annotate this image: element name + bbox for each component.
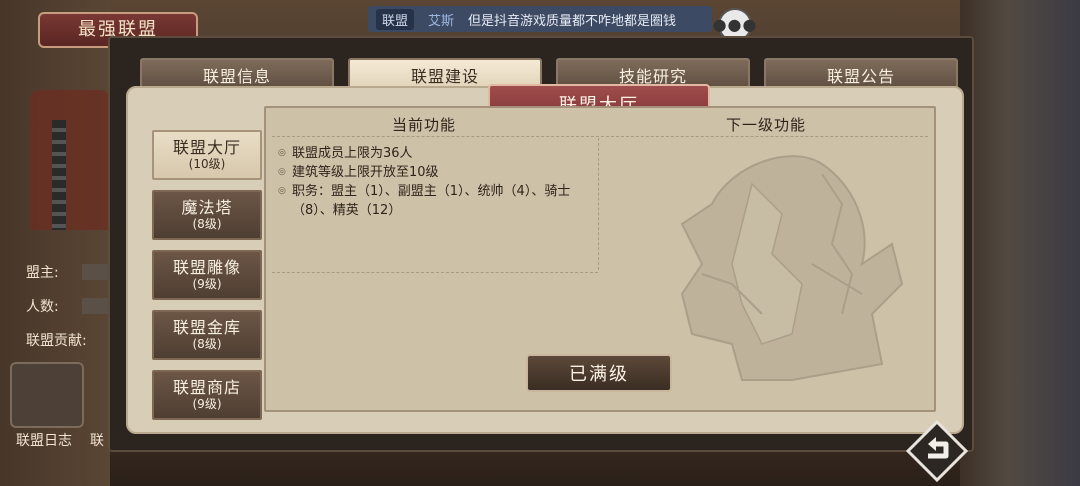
construction-panel: 联盟大厅 联盟大厅 (10级) 魔法塔 (8级) 联盟雕像 (9级) 联盟金库 …	[126, 84, 964, 434]
chat-user-name[interactable]: 艾斯	[428, 10, 454, 29]
guild-log-label: 联盟日志	[16, 433, 72, 449]
members-label: 人数:	[26, 296, 126, 316]
feature-content: 当前功能 下一级功能 联盟成员上限为36人 建筑等级上限开放至10级 职务：盟主…	[264, 106, 936, 412]
guild-side-label-partial: 联	[90, 433, 104, 449]
building-name: 联盟大厅	[172, 138, 241, 157]
next-features-header: 下一级功能	[726, 116, 807, 134]
feature-item: 建筑等级上限开放至10级	[278, 163, 584, 182]
guild-log-button[interactable]	[10, 362, 84, 428]
back-arrow-icon[interactable]	[906, 420, 968, 482]
chat-message: 但是抖音游戏质量都不咋地都是圈钱	[468, 13, 677, 29]
building-level: (8级)	[192, 217, 222, 231]
building-level: (9级)	[192, 397, 222, 411]
chat-channel-tag: 联盟	[376, 8, 415, 30]
members-label-text: 人数:	[26, 299, 59, 315]
background-chain	[52, 120, 66, 230]
contribution-label: 联盟贡献:	[26, 330, 87, 350]
feature-item: 职务：盟主（1）、副盟主（1）、统帅（4）、骑士（8）、精英（12）	[278, 182, 584, 220]
building-level: (9级)	[192, 277, 222, 291]
column-divider	[598, 138, 599, 270]
building-name: 魔法塔	[181, 198, 233, 217]
statue-illustration	[680, 155, 904, 381]
building-item-shop[interactable]: 联盟商店 (9级)	[152, 370, 262, 420]
building-item-magic-tower[interactable]: 魔法塔 (8级)	[152, 190, 262, 240]
feature-divider	[272, 272, 598, 273]
building-item-hall[interactable]: 联盟大厅 (10级)	[152, 130, 262, 180]
current-feature-list: 联盟成员上限为36人 建筑等级上限开放至10级 职务：盟主（1）、副盟主（1）、…	[278, 144, 584, 220]
building-level: (8级)	[192, 337, 222, 351]
leader-label: 盟主:	[26, 262, 126, 282]
building-list: 联盟大厅 (10级) 魔法塔 (8级) 联盟雕像 (9级) 联盟金库 (8级) …	[152, 130, 262, 430]
background-tower	[30, 90, 110, 230]
building-name: 联盟商店	[172, 378, 241, 397]
building-item-statue[interactable]: 联盟雕像 (9级)	[152, 250, 262, 300]
feature-item: 联盟成员上限为36人	[278, 144, 584, 163]
max-level-button[interactable]: 已满级	[526, 354, 672, 392]
contribution-label-text: 联盟贡献:	[26, 333, 87, 349]
current-features-header: 当前功能	[392, 116, 457, 134]
building-level: (10级)	[188, 157, 226, 171]
chat-bar[interactable]: 联盟 艾斯 但是抖音游戏质量都不咋地都是圈钱	[368, 6, 712, 32]
header-divider	[272, 136, 928, 137]
building-name: 联盟雕像	[172, 258, 241, 277]
background-right	[960, 0, 1080, 486]
building-name: 联盟金库	[172, 318, 241, 337]
guild-window: 联盟信息 联盟建设 技能研究 联盟公告 联盟大厅 联盟大厅 (10级) 魔法塔 …	[108, 36, 974, 452]
building-item-treasury[interactable]: 联盟金库 (8级)	[152, 310, 262, 360]
leader-label-text: 盟主:	[26, 265, 59, 281]
